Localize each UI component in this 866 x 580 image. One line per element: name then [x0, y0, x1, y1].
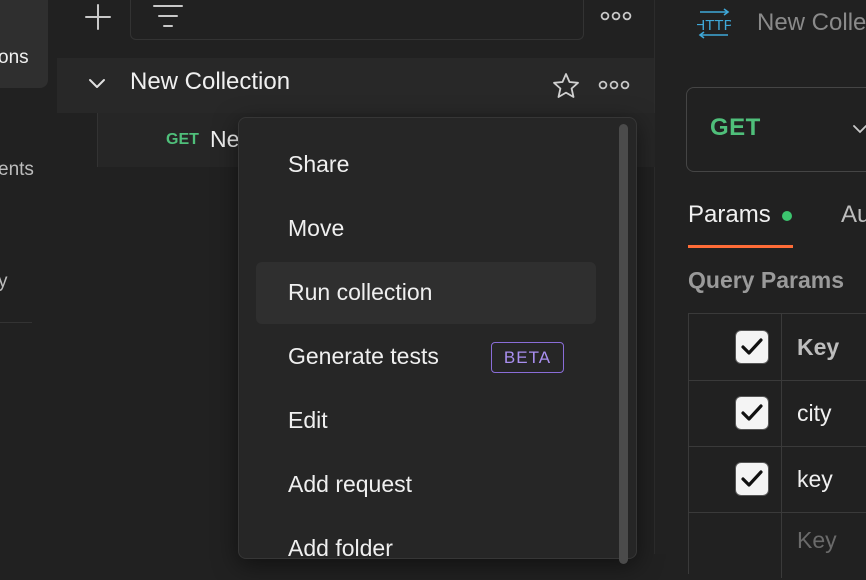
row-checkbox[interactable] — [735, 396, 769, 430]
menu-item-edit[interactable]: Edit — [256, 390, 596, 452]
param-key[interactable]: key — [797, 466, 833, 493]
more-horizontal-icon[interactable] — [600, 10, 632, 22]
nav-divider — [0, 322, 32, 323]
checkmark-icon — [741, 404, 763, 421]
menu-item-label: Run collection — [288, 279, 433, 305]
table-row: key — [688, 446, 866, 513]
filter-input[interactable] — [130, 0, 584, 40]
menu-item-label: Edit — [288, 407, 328, 433]
tab-params[interactable]: Params — [688, 201, 771, 229]
request-tab-title[interactable]: New Colle — [757, 9, 866, 37]
menu-item-run-collection[interactable]: Run collection — [256, 262, 596, 324]
table-header-row: Key — [688, 314, 866, 381]
request-name[interactable]: Ne — [210, 126, 239, 153]
nav-item-collections-label: ons — [0, 47, 29, 68]
chevron-down-icon[interactable] — [87, 77, 107, 91]
menu-item-label: Add folder — [288, 535, 393, 561]
menu-item-label: Move — [288, 215, 345, 241]
beta-badge: BETA — [491, 342, 564, 373]
menu-item-label: Add request — [288, 471, 413, 497]
http-icon: HTTP — [697, 8, 731, 39]
menu-item-label: Generate tests — [288, 343, 439, 369]
collection-title[interactable]: New Collection — [130, 68, 290, 96]
nav-item-environments[interactable]: ents — [0, 159, 34, 181]
menu-item-share[interactable]: Share — [256, 134, 596, 196]
star-icon[interactable] — [551, 71, 581, 101]
active-tab-underline — [688, 245, 793, 248]
param-key[interactable]: city — [797, 400, 832, 427]
param-key-placeholder[interactable]: Key — [797, 527, 837, 554]
method-select-value: GET — [710, 114, 761, 141]
query-params-title: Query Params — [688, 267, 844, 293]
checkmark-icon — [741, 338, 763, 355]
svg-text:HTTP: HTTP — [697, 17, 731, 34]
menu-item-add-folder[interactable]: Add folder — [256, 518, 596, 580]
params-indicator-dot — [782, 211, 792, 221]
chevron-down-icon — [853, 125, 866, 134]
plus-icon[interactable] — [84, 3, 112, 31]
menu-item-move[interactable]: Move — [256, 198, 596, 260]
column-header-key: Key — [797, 334, 840, 360]
row-checkbox[interactable] — [735, 462, 769, 496]
select-all-checkbox[interactable] — [735, 330, 769, 364]
tab-authorization[interactable]: Au — [841, 201, 866, 229]
menu-item-label: Share — [288, 151, 350, 177]
table-row: city — [688, 380, 866, 447]
checkmark-icon — [741, 470, 763, 487]
menu-item-add-request[interactable]: Add request — [256, 454, 596, 516]
nav-item-collections[interactable] — [0, 0, 48, 88]
table-row-placeholder: Key — [688, 512, 866, 578]
filter-icon[interactable] — [152, 2, 184, 30]
nav-item-history[interactable]: y — [0, 271, 8, 293]
request-method-badge: GET — [166, 131, 199, 148]
collection-more-icon[interactable] — [598, 79, 630, 91]
menu-scrollbar[interactable] — [619, 124, 628, 564]
